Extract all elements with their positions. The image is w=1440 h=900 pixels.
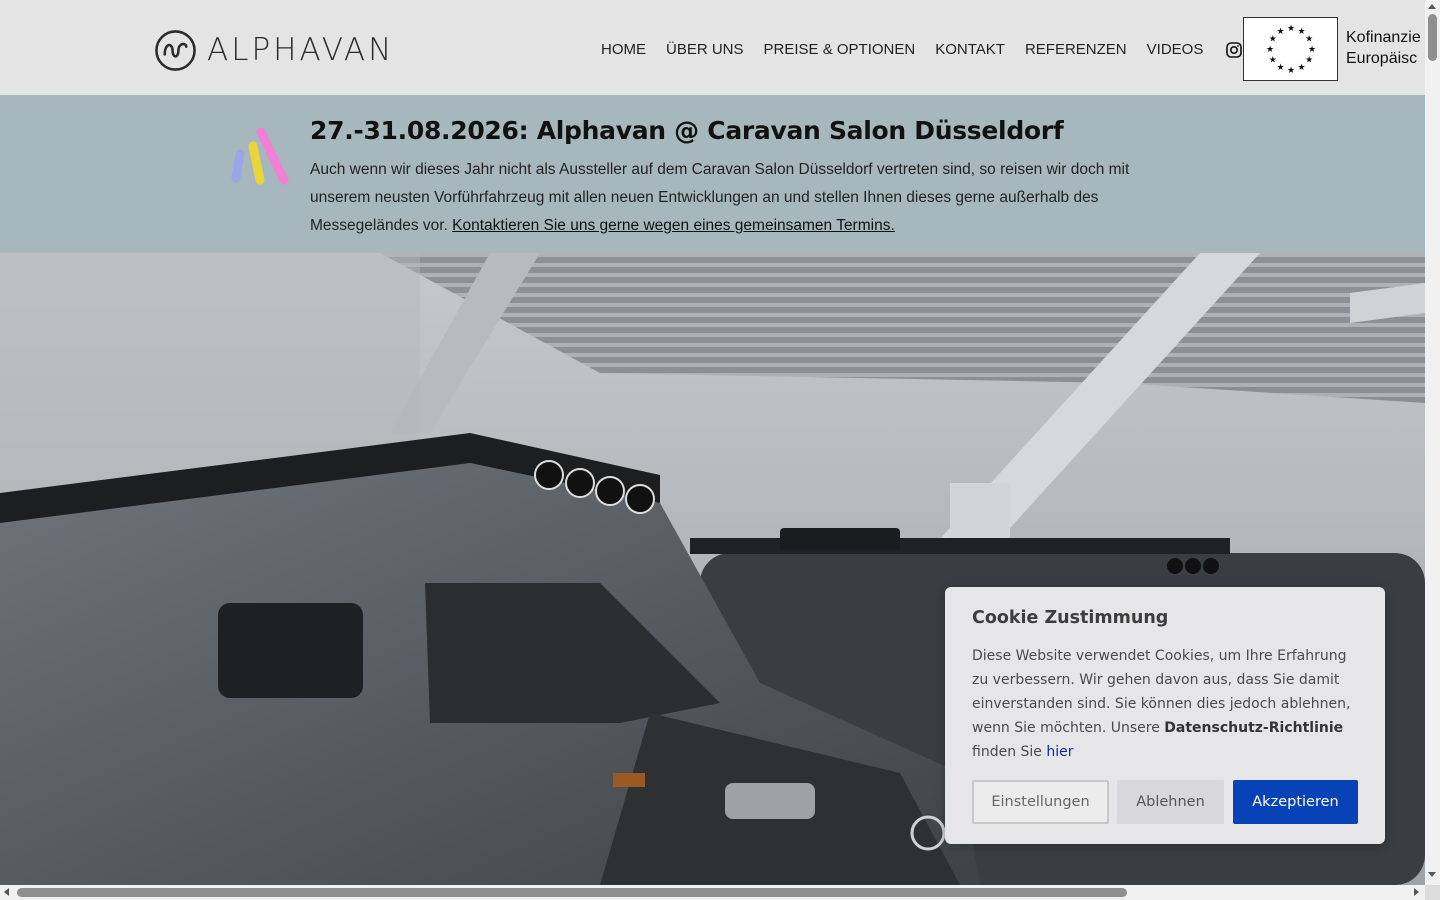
eu-cofunding-text: Kofinanzie Europäisc (1346, 27, 1421, 69)
accept-button[interactable]: Akzeptieren (1233, 780, 1358, 824)
eu-star: ★ (1287, 24, 1295, 34)
site-header: ALPHAVAN HOME ÜBER UNS PREISE & OPTIONEN… (0, 0, 1425, 95)
nav-home[interactable]: HOME (591, 38, 656, 62)
eu-star: ★ (1266, 45, 1274, 55)
alphavan-logo-icon (155, 29, 196, 71)
nav-kontakt[interactable]: KONTAKT (925, 38, 1015, 62)
eu-star: ★ (1305, 56, 1313, 66)
eu-star: ★ (1305, 35, 1313, 45)
privacy-policy-label: Datenschutz-Richtlinie (1164, 720, 1344, 736)
main-nav: HOME ÜBER UNS PREISE & OPTIONEN KONTAKT … (591, 38, 1279, 62)
scrollbar-corner (1425, 885, 1440, 900)
eu-star: ★ (1276, 63, 1284, 73)
cookie-find: finden Sie (972, 744, 1042, 760)
eu-star: ★ (1287, 66, 1295, 76)
decline-button[interactable]: Ablehnen (1117, 780, 1224, 824)
banner-text: Auch wenn wir dieses Jahr nicht als Auss… (310, 156, 1150, 240)
cookie-text: Diese Website verwendet Cookies, um Ihre… (972, 644, 1364, 764)
site-logo[interactable]: ALPHAVAN (154, 27, 394, 73)
cookie-consent-dialog: Cookie Zustimmung Diese Website verwende… (945, 587, 1385, 844)
brand-stripes-icon (231, 127, 289, 185)
eu-text-line1: Kofinanzie (1346, 29, 1421, 46)
privacy-link[interactable]: hier (1046, 744, 1073, 760)
horizontal-scroll-thumb[interactable] (17, 888, 1127, 897)
scroll-right-arrow[interactable] (1414, 888, 1419, 896)
cookie-title: Cookie Zustimmung (972, 608, 1169, 628)
scroll-up-arrow[interactable] (1428, 4, 1436, 9)
nav-referenzen[interactable]: REFERENZEN (1015, 38, 1137, 62)
contact-link[interactable]: Kontaktieren Sie uns gerne wegen eines g… (452, 217, 895, 234)
eu-text-line2: Europäisc (1346, 50, 1418, 67)
eu-star: ★ (1269, 56, 1277, 66)
scroll-down-arrow[interactable] (1428, 872, 1436, 877)
eu-flag: ★ ★ ★ ★ ★ ★ ★ ★ ★ ★ ★ ★ (1243, 17, 1338, 81)
eu-star: ★ (1297, 63, 1305, 73)
banner-title: 27.-31.08.2026: Alphavan @ Caravan Salon… (310, 116, 1064, 145)
vertical-scroll-thumb[interactable] (1428, 14, 1437, 61)
horizontal-scrollbar[interactable] (0, 885, 1425, 900)
nav-ueber-uns[interactable]: ÜBER UNS (656, 38, 754, 62)
eu-star: ★ (1308, 45, 1316, 55)
nav-videos[interactable]: VIDEOS (1137, 38, 1214, 62)
brand-name: ALPHAVAN (207, 31, 395, 68)
eu-flag-icon: ★ ★★★★★★★★★★★ (1266, 24, 1316, 76)
vertical-scrollbar[interactable] (1425, 0, 1440, 885)
scroll-left-arrow[interactable] (4, 888, 9, 896)
settings-button[interactable]: Einstellungen (972, 780, 1109, 824)
eu-star: ★ (1276, 27, 1284, 37)
nav-preise-optionen[interactable]: PREISE & OPTIONEN (754, 38, 926, 62)
